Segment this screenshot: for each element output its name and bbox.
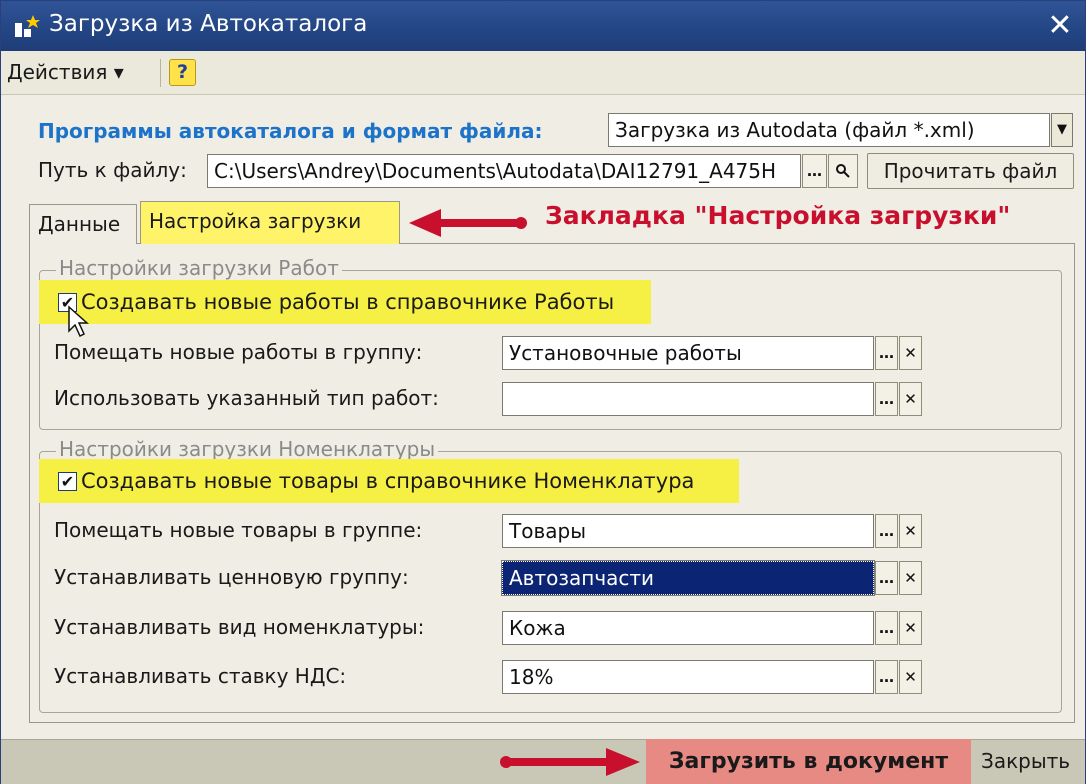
item-kind-field-label: Устанавливать вид номенклатуры: — [54, 615, 425, 639]
price-group-field-label: Устанавливать ценновую группу: — [54, 565, 409, 589]
close-icon[interactable]: ✕ — [1043, 9, 1077, 43]
works-group-field-label: Помещать новые работы в группу: — [54, 340, 423, 364]
items-checkbox-label: Создавать новые товары в справочнике Ном… — [81, 469, 695, 493]
search-icon[interactable] — [828, 154, 858, 188]
load-arrow-icon — [500, 748, 640, 776]
vat-rate-input[interactable]: 18% — [502, 660, 874, 694]
path-label: Путь к файлу: — [38, 158, 187, 182]
item-kind-select-button[interactable]: … — [875, 611, 898, 645]
price-group-select-button[interactable]: … — [875, 561, 898, 595]
programs-select[interactable]: Загрузка из Autodata (файл *.xml) — [608, 113, 1050, 147]
dialog-window: Загрузка из Автокаталога ✕ Действия ▾ ? … — [0, 0, 1086, 784]
works-checkbox-label: Создавать новые работы в справочнике Раб… — [81, 290, 615, 314]
load-into-document-button[interactable]: Загрузить в документ — [646, 739, 971, 784]
items-group-field-label: Помещать новые товары в группе: — [54, 518, 423, 542]
annotation-text: Закладка "Настройка загрузки" — [545, 201, 1011, 230]
works-type-input[interactable] — [502, 382, 874, 416]
vat-rate-select-button[interactable]: … — [875, 660, 898, 694]
works-group-clear-icon[interactable]: ✕ — [899, 336, 922, 370]
title-bar: Загрузка из Автокаталога ✕ — [1, 1, 1085, 51]
works-group-input[interactable]: Установочные работы — [502, 336, 874, 370]
dropdown-arrow-icon[interactable]: ▼ — [1051, 113, 1073, 147]
price-group-input[interactable]: Автозапчасти — [501, 560, 875, 596]
browse-button[interactable]: … — [802, 154, 827, 188]
works-group-title: Настройки загрузки Работ — [56, 256, 342, 280]
mouse-cursor-icon — [68, 305, 89, 338]
price-group-clear-icon[interactable]: ✕ — [899, 561, 922, 595]
window-title: Загрузка из Автокаталога — [49, 11, 368, 37]
close-button[interactable]: Закрыть — [981, 739, 1070, 784]
items-group-title: Настройки загрузки Номенклатуры — [56, 437, 439, 461]
works-type-select-button[interactable]: … — [875, 382, 898, 416]
works-type-field-label: Использовать указанный тип работ: — [54, 386, 439, 410]
works-type-clear-icon[interactable]: ✕ — [899, 382, 922, 416]
items-group-clear-icon[interactable]: ✕ — [899, 514, 922, 548]
items-group-input[interactable]: Товары — [502, 514, 874, 548]
programs-label: Программы автокаталога и формат файла: — [38, 119, 543, 143]
path-input[interactable]: C:\Users\Andrey\Documents\Autodata\DAI12… — [207, 154, 801, 188]
item-kind-input[interactable]: Кожа — [502, 611, 874, 645]
actions-menu[interactable]: Действия ▾ — [7, 60, 124, 84]
menu-separator — [160, 59, 161, 87]
tab-data[interactable]: Данные — [29, 204, 137, 244]
help-icon[interactable]: ? — [169, 59, 196, 86]
items-checkbox[interactable]: ✔ — [58, 472, 77, 491]
item-kind-clear-icon[interactable]: ✕ — [899, 611, 922, 645]
vat-rate-field-label: Устанавливать ставку НДС: — [54, 664, 347, 688]
tab-load-settings[interactable]: Настройка загрузки — [140, 201, 400, 244]
annotation-arrow-icon — [409, 209, 527, 237]
items-group-select-button[interactable]: … — [875, 514, 898, 548]
menu-bar: Действия ▾ ? — [1, 51, 1085, 95]
read-file-button[interactable]: Прочитать файл — [867, 153, 1074, 189]
works-group-select-button[interactable]: … — [875, 336, 898, 370]
app-icon — [15, 15, 40, 37]
vat-rate-clear-icon[interactable]: ✕ — [899, 660, 922, 694]
